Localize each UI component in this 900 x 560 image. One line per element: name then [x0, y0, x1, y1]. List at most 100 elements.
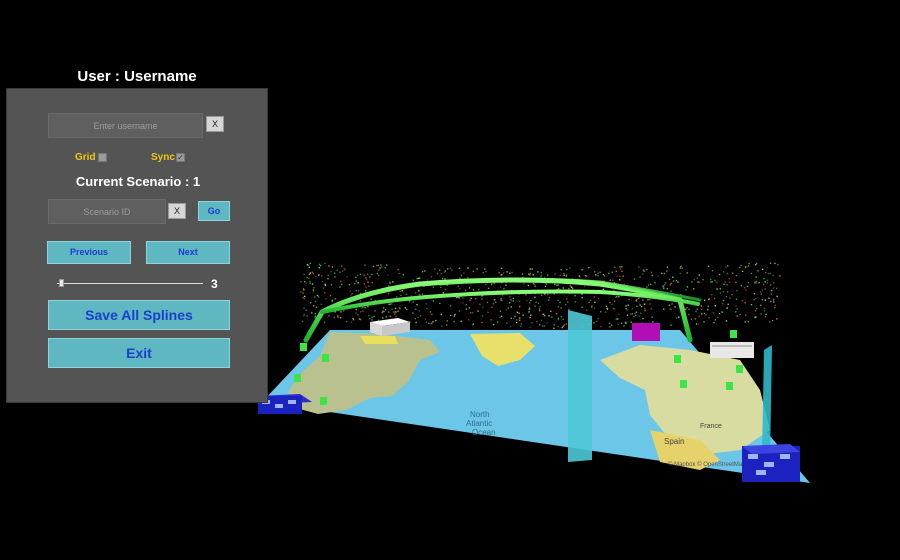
exit-button[interactable]: Exit: [48, 338, 230, 368]
scenario-id-input[interactable]: [48, 199, 166, 224]
point: [553, 324, 555, 326]
point: [518, 305, 521, 308]
point: [565, 323, 568, 325]
point: [470, 297, 472, 299]
point: [755, 276, 757, 278]
point: [673, 280, 675, 282]
point: [425, 321, 428, 323]
point: [548, 299, 550, 301]
grid-checkbox[interactable]: [98, 153, 107, 162]
point: [543, 325, 546, 327]
point: [474, 298, 477, 300]
point: [424, 318, 427, 320]
point: [374, 310, 376, 312]
point: [608, 322, 611, 324]
point: [666, 288, 668, 290]
point: [537, 302, 540, 304]
point: [755, 280, 757, 283]
point: [331, 266, 334, 268]
point: [745, 289, 747, 291]
point: [710, 281, 712, 283]
point: [559, 274, 561, 277]
point: [397, 310, 399, 312]
point: [509, 296, 511, 298]
slider-thumb[interactable]: [59, 279, 64, 287]
point: [368, 314, 370, 317]
point: [568, 308, 570, 311]
point: [314, 315, 317, 317]
point: [642, 317, 644, 320]
go-button[interactable]: Go: [198, 201, 230, 221]
point: [543, 313, 545, 316]
point: [760, 293, 762, 295]
point: [311, 271, 314, 273]
point: [626, 314, 629, 316]
clear-scenario-button[interactable]: X: [168, 203, 186, 219]
point: [585, 309, 588, 311]
point: [534, 305, 536, 307]
point: [698, 281, 700, 284]
point: [694, 318, 696, 320]
point: [377, 319, 380, 321]
point: [562, 318, 564, 320]
point: [688, 308, 690, 311]
map-attribution: © Mapbox © OpenStreetMap: [668, 461, 746, 468]
point: [670, 324, 672, 326]
point: [405, 293, 408, 296]
point: [469, 299, 471, 301]
point: [500, 298, 502, 300]
point: [377, 264, 379, 266]
point: [603, 275, 606, 277]
point: [599, 311, 602, 313]
point: [690, 318, 693, 320]
point: [593, 322, 595, 324]
point: [571, 287, 574, 290]
point: [328, 315, 330, 317]
point: [707, 308, 709, 311]
point: [670, 308, 672, 311]
point: [617, 323, 619, 326]
point: [724, 281, 726, 283]
point: [324, 262, 326, 265]
grid-label: Grid: [75, 152, 96, 163]
point: [615, 270, 617, 273]
point: [769, 284, 772, 286]
point: [547, 274, 549, 276]
point: [318, 274, 320, 276]
point: [519, 319, 521, 322]
point: [312, 289, 315, 291]
save-all-splines-button[interactable]: Save All Splines: [48, 300, 230, 330]
username-input[interactable]: [48, 113, 203, 138]
point: [748, 262, 750, 265]
point: [560, 307, 562, 309]
point: [323, 321, 326, 324]
point: [750, 304, 753, 306]
point: [727, 303, 729, 305]
point: [388, 311, 390, 313]
point: [491, 306, 493, 308]
point: [314, 313, 317, 315]
point: [764, 316, 767, 318]
clear-username-button[interactable]: X: [206, 116, 224, 132]
next-button[interactable]: Next: [146, 241, 230, 264]
point: [387, 293, 390, 295]
point: [346, 275, 348, 278]
point: [300, 291, 302, 293]
point: [318, 267, 321, 269]
sync-checkbox[interactable]: ✓: [176, 153, 185, 162]
point: [373, 315, 375, 318]
point: [460, 320, 462, 323]
point: [618, 296, 620, 298]
point: [356, 274, 359, 277]
previous-button[interactable]: Previous: [47, 241, 131, 264]
point: [718, 273, 721, 276]
slider-value: 3: [211, 277, 218, 291]
point: [521, 273, 524, 275]
slider-track[interactable]: [57, 283, 203, 284]
point: [404, 307, 406, 309]
point: [635, 311, 638, 313]
point: [569, 267, 571, 269]
point: [382, 307, 385, 309]
point: [389, 315, 391, 317]
point: [588, 266, 590, 269]
